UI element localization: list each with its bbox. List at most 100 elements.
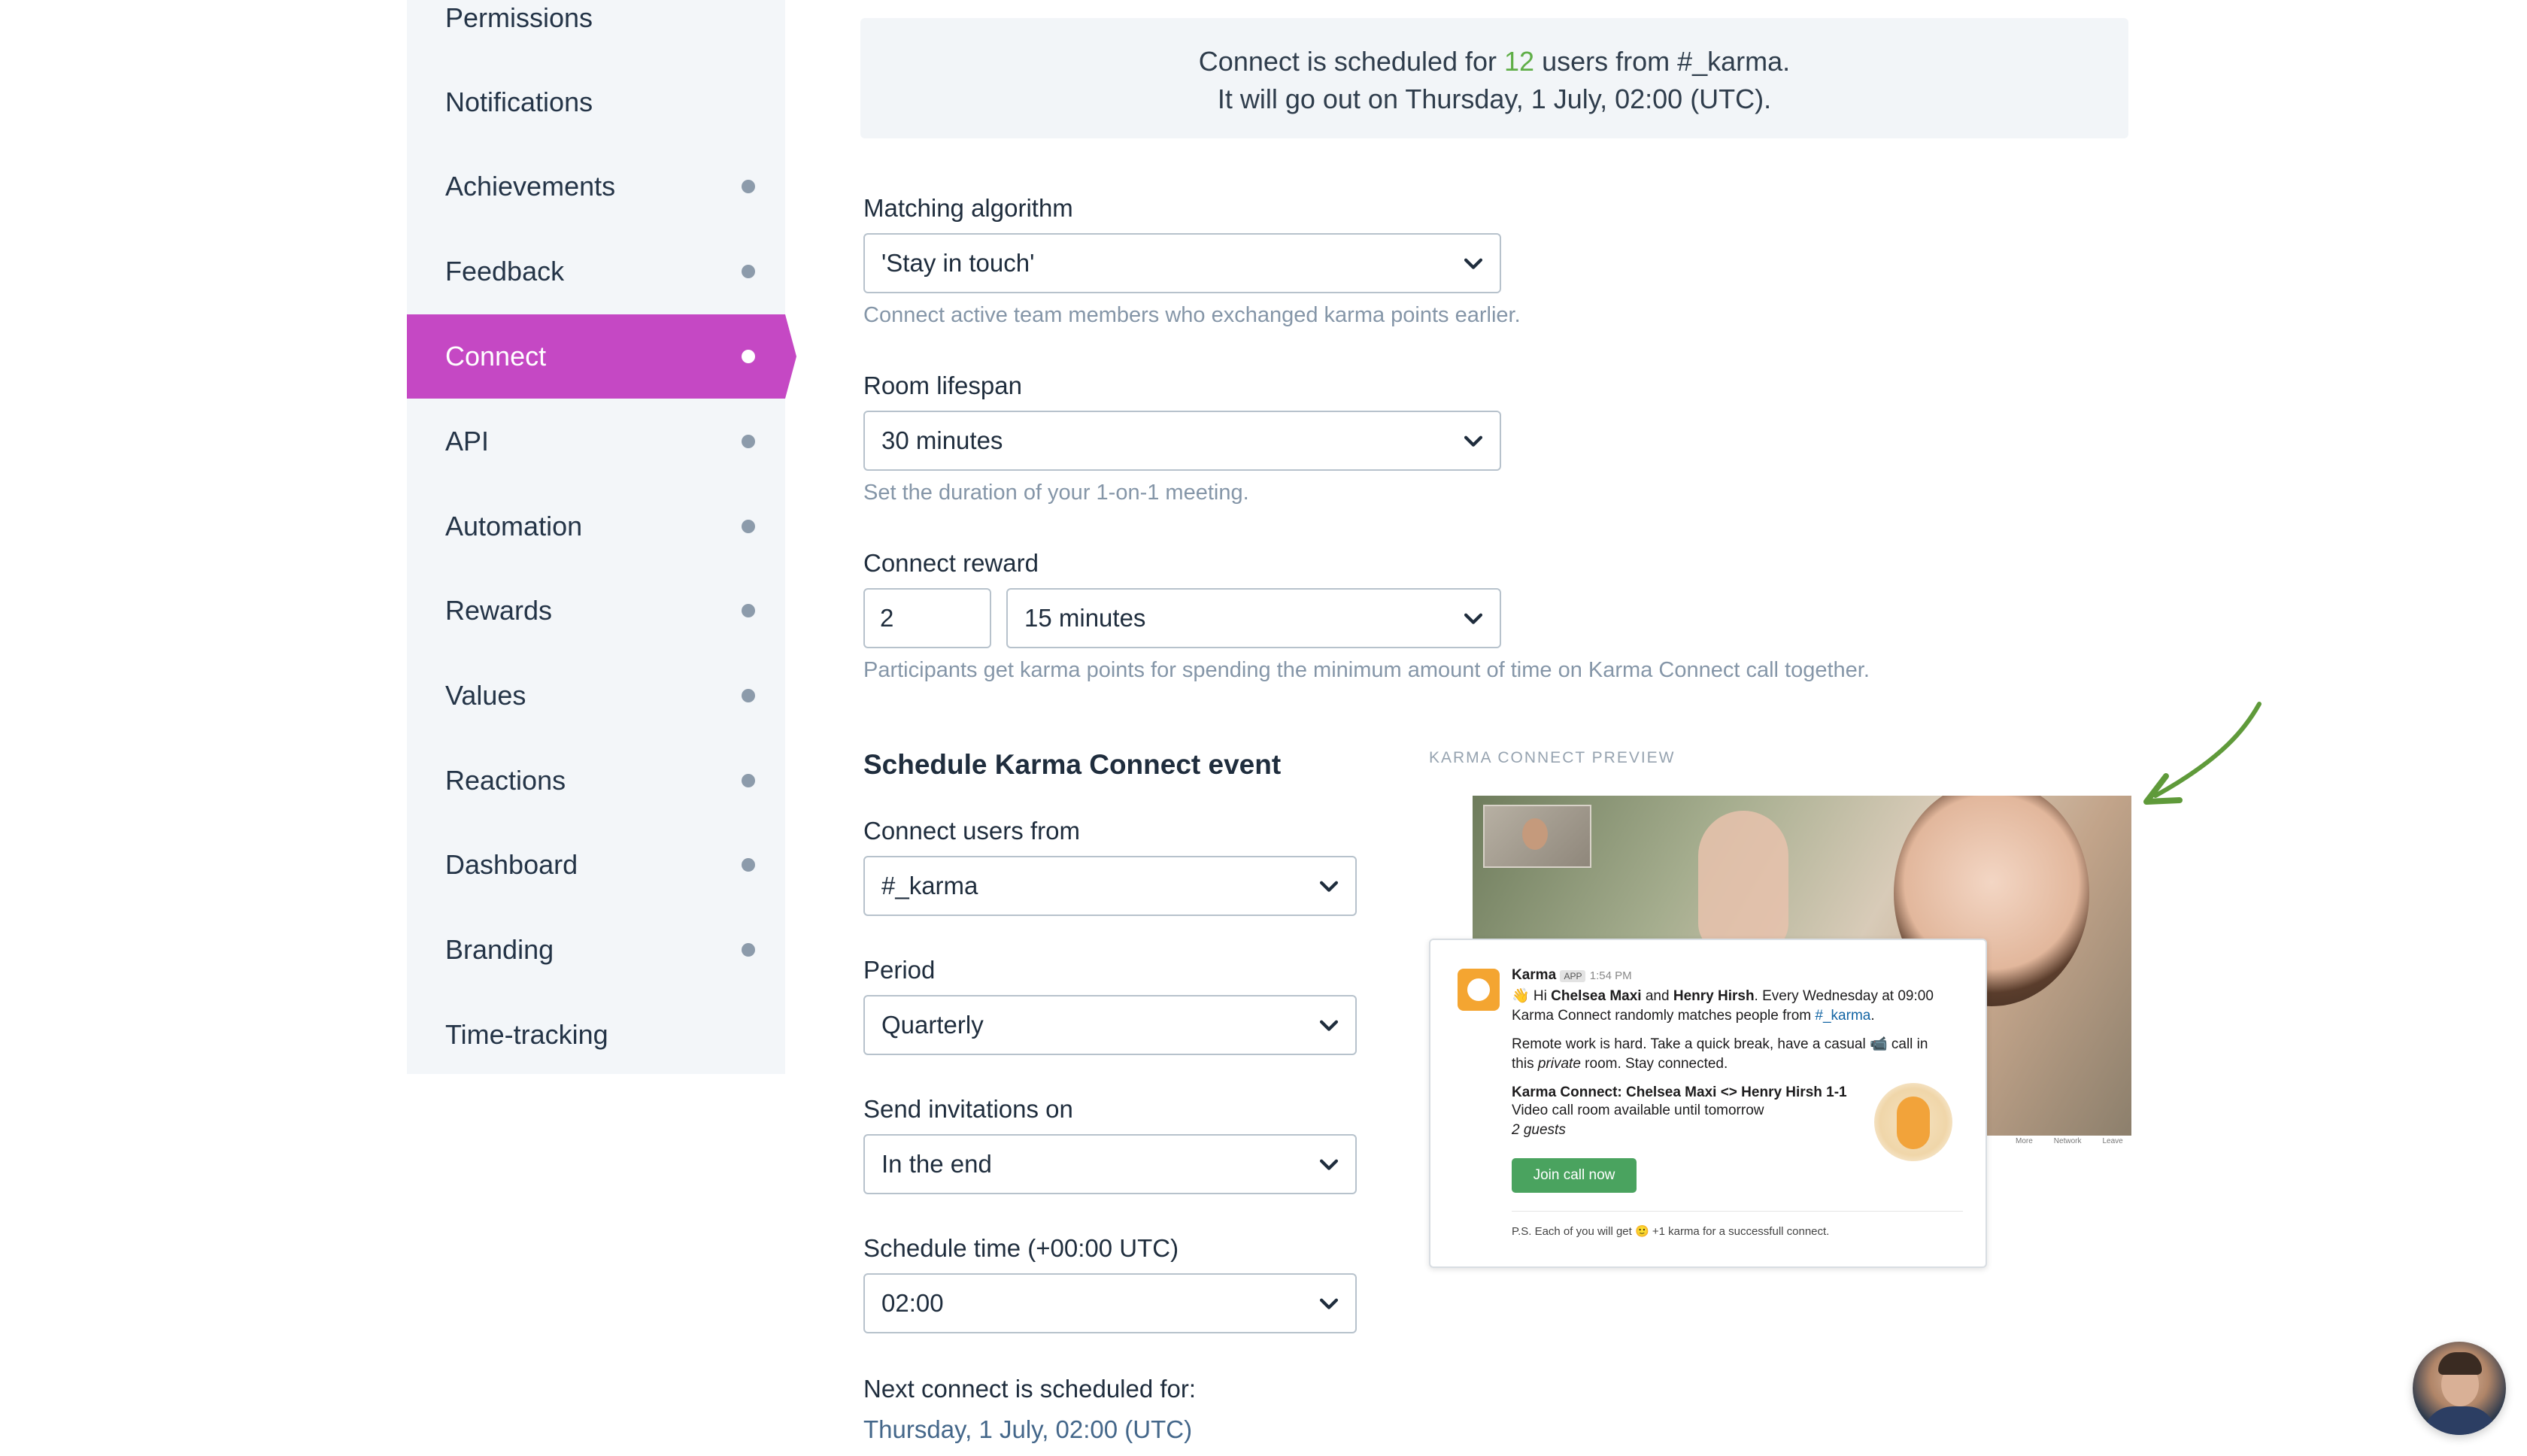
status-dot	[742, 604, 755, 617]
chevron-down-icon	[1464, 258, 1483, 269]
status-dot	[742, 435, 755, 448]
reward-points-input[interactable]: 2	[863, 588, 991, 648]
message-text: room. Stay connected.	[1580, 1056, 1728, 1072]
message-time: 1:54 PM	[1589, 969, 1632, 982]
message-emphasis: private	[1537, 1056, 1581, 1072]
sidebar-item-label: Automation	[445, 511, 583, 541]
room-subtitle: Video call room available until tomorrow	[1512, 1103, 1764, 1118]
select-value: In the end	[881, 1150, 992, 1178]
sidebar-item-values[interactable]: Values	[407, 654, 785, 738]
message-postscript: P.S. Each of you will get 🙂 +1 karma for…	[1512, 1225, 1830, 1238]
waving-hand	[1698, 811, 1788, 954]
more-control: More	[2016, 1137, 2033, 1145]
select-value: 15 minutes	[1024, 604, 1146, 632]
next-connect-label: Next connect is scheduled for:	[863, 1375, 1197, 1403]
message-header: Karma APP 1:54 PM	[1512, 966, 1632, 986]
message-text: and	[1641, 988, 1673, 1004]
message-text: Karma Connect randomly matches people fr…	[1512, 1008, 1816, 1024]
sidebar-item-branding[interactable]: Branding	[407, 908, 785, 992]
connect-users-label: Connect users from	[863, 817, 1080, 845]
illustration-person	[1897, 1097, 1930, 1149]
schedule-time-label: Schedule time (+00:00 UTC)	[863, 1234, 1179, 1262]
select-value: 30 minutes	[881, 426, 1003, 454]
matching-algorithm-help: Connect active team members who exchange…	[863, 303, 1521, 327]
input-value: 2	[880, 604, 894, 632]
app-badge: APP	[1560, 970, 1586, 982]
sidebar-item-time-tracking[interactable]: Time-tracking	[407, 993, 785, 1077]
leave-control: Leave	[2102, 1137, 2123, 1145]
connect-users-select[interactable]: #_karma	[863, 856, 1357, 916]
chevron-down-icon	[1319, 881, 1339, 892]
status-dot	[742, 689, 755, 702]
join-call-button: Join call now	[1512, 1158, 1637, 1193]
channel-link: #_karma	[1815, 1008, 1871, 1024]
sidebar-item-rewards[interactable]: Rewards	[407, 569, 785, 653]
pip-participant	[1522, 818, 1548, 850]
room-title-text: Karma Connect: Chelsea Maxi <> Henry Hir…	[1512, 1084, 1847, 1100]
settings-sidebar: Permissions Notifications Achievements F…	[407, 0, 796, 1077]
sidebar-item-dashboard[interactable]: Dashboard	[407, 823, 785, 907]
status-dot	[742, 180, 755, 193]
sidebar-item-label: API	[445, 426, 490, 457]
sidebar-item-notifications[interactable]: Notifications	[407, 60, 785, 144]
matching-algorithm-select[interactable]: 'Stay in touch'	[863, 233, 1501, 293]
room-title: Karma Connect: Chelsea Maxi <> Henry Hir…	[1512, 1083, 1847, 1103]
sidebar-item-automation[interactable]: Automation	[407, 484, 785, 569]
sidebar-item-reactions[interactable]: Reactions	[407, 739, 785, 823]
sidebar-item-label: Reactions	[445, 765, 566, 796]
connect-reward-label: Connect reward	[863, 549, 1039, 577]
period-select[interactable]: Quarterly	[863, 995, 1357, 1055]
karma-logo-icon	[1458, 969, 1500, 1011]
chevron-down-icon	[1464, 435, 1483, 447]
message-text: 👋 Hi	[1512, 988, 1552, 1004]
status-dot	[742, 943, 755, 957]
banner-line-2: It will go out on Thursday, 1 July, 02:0…	[1217, 83, 1772, 114]
status-dot	[742, 520, 755, 533]
user-count: 12	[1504, 46, 1535, 77]
sidebar-item-label: Time-tracking	[445, 1019, 608, 1050]
sidebar-item-label: Branding	[445, 934, 554, 965]
chevron-down-icon	[1319, 1020, 1339, 1031]
divider	[1512, 1211, 1963, 1212]
sidebar-item-label: Permissions	[445, 2, 593, 33]
user-name: Henry Hirsh	[1673, 988, 1755, 1004]
send-invitations-select[interactable]: In the end	[863, 1134, 1357, 1194]
chevron-down-icon	[1319, 1298, 1339, 1309]
message-text: this	[1512, 1056, 1538, 1072]
schedule-summary-banner: Connect is scheduled for 12 users from #…	[860, 18, 2128, 138]
sidebar-item-achievements[interactable]: Achievements	[407, 144, 785, 229]
banner-text: users from #_karma.	[1534, 46, 1791, 77]
user-name: Chelsea Maxi	[1551, 988, 1642, 1004]
illustration-image	[1874, 1083, 1952, 1161]
sidebar-item-label: Feedback	[445, 256, 565, 287]
status-dot	[742, 350, 755, 363]
support-chat-avatar[interactable]	[2413, 1342, 2506, 1435]
send-invitations-label: Send invitations on	[863, 1095, 1073, 1123]
status-dot	[742, 858, 755, 872]
select-value: 02:00	[881, 1289, 944, 1317]
sidebar-item-feedback[interactable]: Feedback	[407, 229, 785, 314]
message-text: .	[1870, 1008, 1875, 1024]
sidebar-item-label: Rewards	[445, 595, 553, 626]
connect-reward-help: Participants get karma points for spendi…	[863, 658, 1870, 682]
sidebar-item-label: Achievements	[445, 171, 616, 202]
reward-duration-select[interactable]: 15 minutes	[1006, 588, 1501, 648]
select-value: 'Stay in touch'	[881, 249, 1035, 277]
bot-name: Karma	[1512, 967, 1557, 983]
preview-label: KARMA CONNECT PREVIEW	[1429, 749, 1676, 766]
sidebar-item-label: Connect	[445, 341, 547, 372]
room-lifespan-select[interactable]: 30 minutes	[863, 411, 1501, 471]
period-label: Period	[863, 956, 936, 984]
room-guests: 2 guests	[1512, 1121, 1566, 1140]
select-value: Quarterly	[881, 1011, 984, 1039]
schedule-time-select[interactable]: 02:00	[863, 1273, 1357, 1333]
sidebar-item-api[interactable]: API	[407, 399, 785, 484]
sidebar-item-label: Values	[445, 680, 526, 711]
sidebar-item-label: Dashboard	[445, 849, 578, 880]
status-dot	[742, 265, 755, 278]
chevron-down-icon	[1464, 613, 1483, 624]
sidebar-item-permissions[interactable]: Permissions	[407, 0, 785, 60]
message-text: . Every Wednesday at 09:00	[1754, 988, 1934, 1004]
sidebar-item-connect[interactable]: Connect	[407, 314, 796, 399]
hand-drawn-arrow-icon	[2143, 702, 2262, 805]
